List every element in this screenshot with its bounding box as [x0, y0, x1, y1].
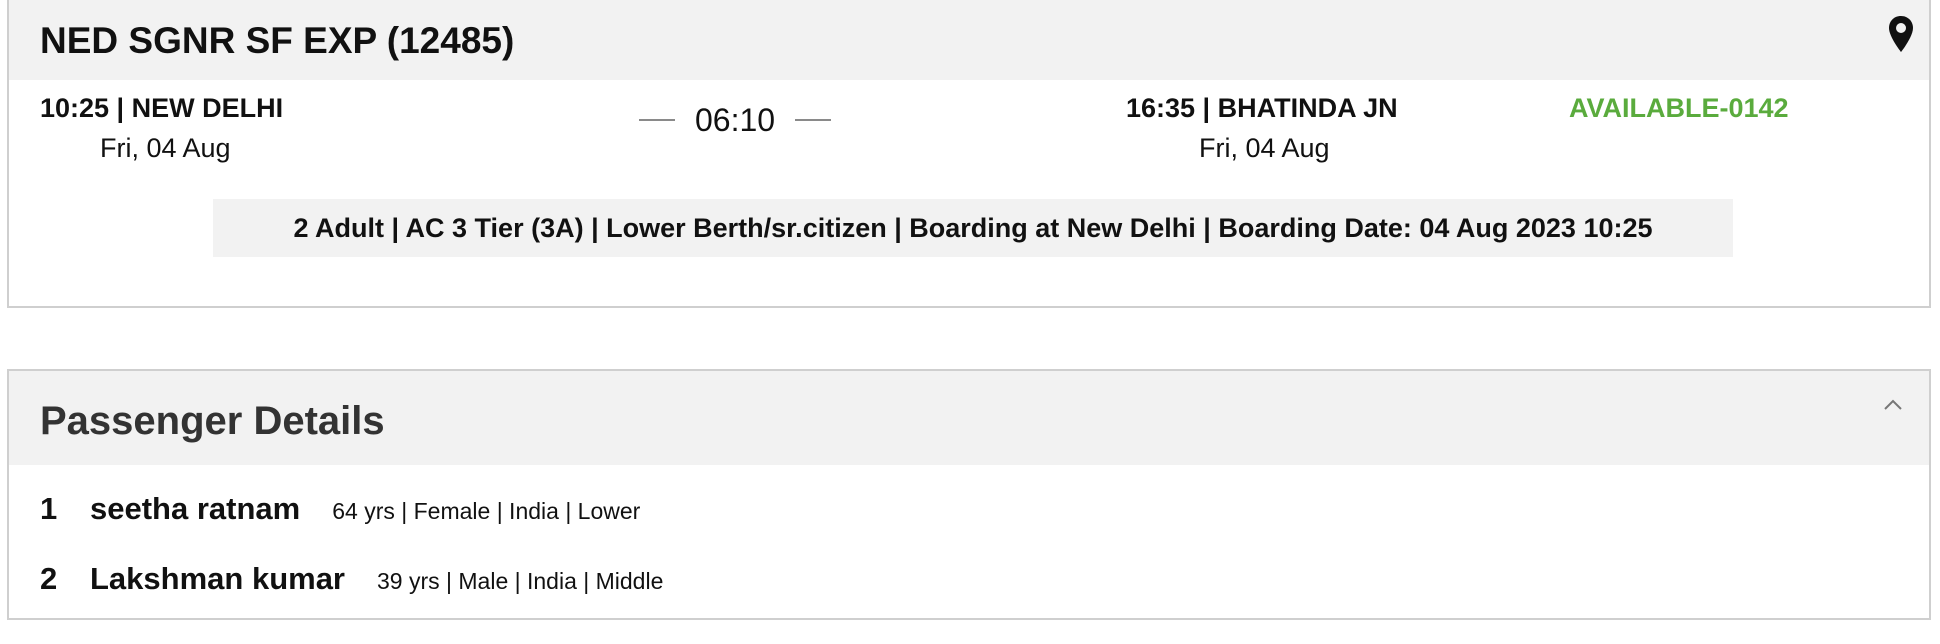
- passenger-details-header[interactable]: Passenger Details: [9, 371, 1929, 465]
- chevron-up-icon[interactable]: [1882, 397, 1904, 413]
- departure-date: Fri, 04 Aug: [100, 133, 231, 163]
- arrival-date: Fri, 04 Aug: [1199, 133, 1330, 163]
- passenger-details-card: Passenger Details 1 seetha ratnam 64 yrs…: [7, 369, 1931, 620]
- departure-time-station: 10:25 | NEW DELHI: [40, 93, 284, 123]
- passenger-row: 2 Lakshman kumar 39 yrs | Male | India |…: [40, 561, 663, 597]
- train-header: NED SGNR SF EXP (12485): [9, 0, 1929, 80]
- map-pin-icon[interactable]: [1886, 14, 1916, 54]
- passenger-name: Lakshman kumar: [90, 561, 345, 596]
- passenger-row: 1 seetha ratnam 64 yrs | Female | India …: [40, 491, 640, 527]
- train-title: NED SGNR SF EXP (12485): [40, 20, 515, 61]
- passenger-details: 64 yrs | Female | India | Lower: [332, 498, 641, 524]
- arrival-time-station: 16:35 | BHATINDA JN: [1126, 93, 1398, 123]
- journey-info-bar: 2 Adult | AC 3 Tier (3A) | Lower Berth/s…: [213, 199, 1733, 257]
- passenger-index: 2: [40, 561, 58, 596]
- passenger-details: 39 yrs | Male | India | Middle: [377, 568, 664, 594]
- section-title: Passenger Details: [40, 399, 385, 443]
- availability-status: AVAILABLE-0142: [1569, 93, 1789, 123]
- train-summary-card: NED SGNR SF EXP (12485) 10:25 | NEW DELH…: [7, 0, 1931, 308]
- duration-value: 06:10: [695, 101, 776, 138]
- duration-dash-left: [639, 119, 675, 121]
- duration-dash-right: [795, 119, 832, 121]
- passenger-index: 1: [40, 491, 58, 526]
- passenger-name: seetha ratnam: [90, 491, 301, 526]
- journey-duration: 06:10: [639, 100, 832, 140]
